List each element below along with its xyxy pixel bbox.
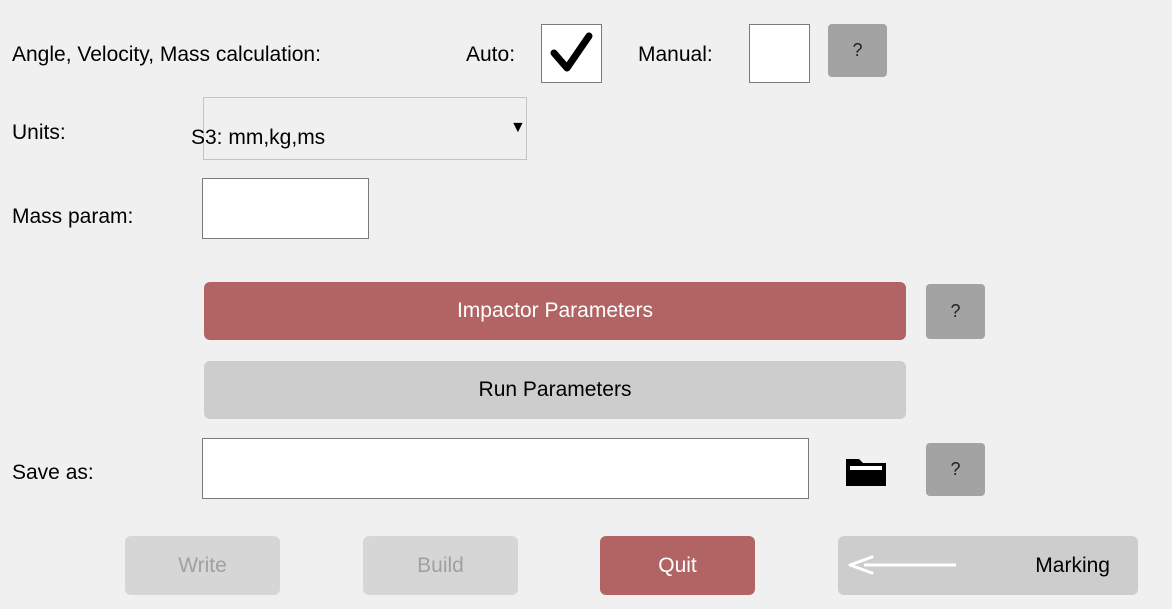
save-as-help-button[interactable]: ? — [926, 443, 985, 496]
quit-button[interactable]: Quit — [600, 536, 755, 595]
units-select[interactable]: S3: mm,kg,ms ▼ — [191, 97, 527, 160]
auto-label: Auto: — [466, 43, 516, 66]
marking-label: Marking — [1035, 553, 1110, 577]
chevron-down-icon: ▼ — [510, 119, 526, 136]
impactor-help-button[interactable]: ? — [926, 284, 985, 339]
save-as-label: Save as: — [12, 461, 94, 484]
calc-mode-label: Angle, Velocity, Mass calculation: — [12, 43, 321, 66]
folder-icon[interactable] — [843, 454, 889, 488]
units-selected-value: S3: mm,kg,ms — [191, 126, 326, 149]
checkmark-icon — [550, 32, 593, 72]
run-parameters-button[interactable]: Run Parameters — [204, 361, 906, 419]
auto-checkbox[interactable] — [541, 24, 602, 83]
impactor-parameters-button[interactable]: Impactor Parameters — [204, 282, 906, 340]
marking-button[interactable]: Marking — [838, 536, 1138, 595]
manual-checkbox[interactable] — [749, 24, 810, 83]
write-button[interactable]: Write — [125, 536, 280, 595]
save-as-input[interactable] — [202, 438, 809, 499]
mass-param-input[interactable] — [202, 178, 369, 239]
manual-label: Manual: — [638, 43, 713, 66]
mass-param-label: Mass param: — [12, 205, 134, 228]
calc-help-button[interactable]: ? — [828, 24, 887, 77]
units-label: Units: — [12, 121, 66, 144]
arrow-left-icon — [848, 555, 956, 575]
build-button[interactable]: Build — [363, 536, 518, 595]
